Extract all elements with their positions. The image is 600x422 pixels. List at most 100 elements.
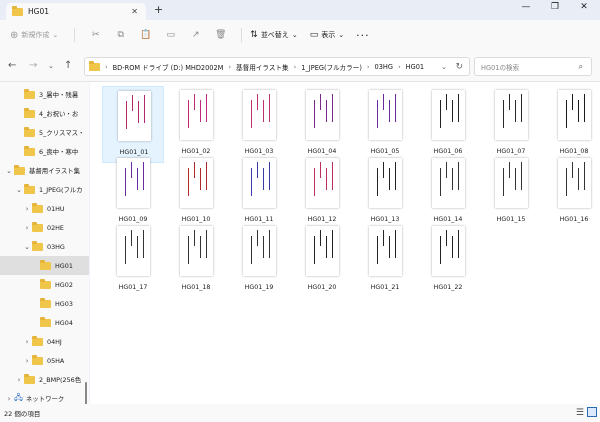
sidebar-item-15[interactable]: › 2_BMP(256色 (0, 370, 89, 389)
sidebar-item-8[interactable]: ⌄ 03HG (0, 237, 89, 256)
calligraphy-stroke (584, 94, 586, 122)
file-item[interactable]: HG01_20 (291, 222, 353, 299)
refresh-icon[interactable]: ↻ (455, 62, 463, 72)
minimize-button[interactable]: — (516, 2, 536, 12)
view-button[interactable]: ▭ 表示 ⌄ (310, 30, 344, 40)
chevron-icon[interactable]: ⌄ (14, 186, 24, 194)
sidebar-item-label: 5_クリスマス・ (39, 129, 85, 137)
chevron-icon[interactable]: › (22, 224, 32, 232)
calligraphy-stroke (200, 168, 202, 190)
paste-icon[interactable]: 📋 (139, 29, 152, 42)
up-icon[interactable]: ↑ (64, 60, 72, 71)
breadcrumb-item[interactable]: 03HG (375, 63, 393, 71)
file-item[interactable]: HG01_01 (102, 86, 164, 163)
image-thumbnail (306, 226, 339, 276)
sidebar-item-10[interactable]: HG02 (0, 275, 89, 294)
folder-icon (24, 373, 35, 384)
maximize-button[interactable]: ❐ (545, 2, 565, 12)
file-item[interactable]: HG01_06 (417, 86, 479, 163)
sidebar-item-16[interactable]: › 🖧 ネットワーク (0, 389, 89, 404)
rename-icon[interactable]: ▭ (164, 29, 177, 42)
add-icon: ⊕ (10, 29, 19, 41)
image-thumbnail (558, 158, 591, 208)
file-item[interactable]: HG01_13 (354, 154, 416, 231)
chevron-icon[interactable]: ⌄ (22, 243, 32, 251)
chevron-down-icon: ⌄ (52, 31, 59, 39)
file-item[interactable]: HG01_22 (417, 222, 479, 299)
details-view-icon[interactable]: ☰ (576, 408, 584, 418)
sidebar-item-11[interactable]: HG03 (0, 294, 89, 313)
address-bar[interactable]: › BD-ROM ドライブ (D:) MHD2002M › 基督用イラスト集 ›… (84, 57, 470, 76)
forward-icon[interactable]: → (29, 60, 37, 71)
breadcrumb-item[interactable]: 基督用イラスト集 (236, 62, 289, 72)
file-item[interactable]: HG01_16 (543, 154, 600, 231)
calligraphy-stroke (566, 100, 568, 128)
back-icon[interactable]: ← (8, 60, 16, 71)
sort-button[interactable]: ⇅ 並べ替え ⌄ (250, 30, 297, 40)
file-item[interactable]: HG01_17 (102, 222, 164, 299)
file-item[interactable]: HG01_11 (228, 154, 290, 231)
sidebar-item-1[interactable]: 4_お祝い・お (0, 104, 89, 123)
sidebar-item-3[interactable]: 6_喪中・寒中 (0, 142, 89, 161)
calligraphy-stroke (446, 230, 448, 246)
copy-icon[interactable]: ⧉ (114, 29, 127, 42)
image-thumbnail (117, 226, 150, 276)
file-item[interactable]: HG01_18 (165, 222, 227, 299)
file-name: HG01_18 (181, 284, 211, 291)
cut-icon[interactable]: ✂ (89, 29, 102, 42)
calligraphy-stroke (458, 94, 460, 122)
chevron-icon[interactable]: › (22, 338, 32, 346)
file-item[interactable]: HG01_19 (228, 222, 290, 299)
close-window-button[interactable]: ✕ (574, 2, 594, 12)
tab-hg01[interactable]: HG01 ✕ (6, 3, 146, 20)
recent-chevron-icon[interactable]: ⌄ (48, 62, 54, 70)
sidebar-item-14[interactable]: › 05HA (0, 351, 89, 370)
calligraphy-stroke (452, 236, 454, 258)
file-item[interactable]: HG01_15 (480, 154, 542, 231)
chevron-icon[interactable]: › (14, 376, 24, 384)
file-item[interactable]: HG01_04 (291, 86, 353, 163)
calligraphy-stroke (377, 100, 379, 128)
sidebar-item-label: HG03 (55, 299, 73, 308)
file-item[interactable]: HG01_08 (543, 86, 600, 163)
file-item[interactable]: HG01_21 (354, 222, 416, 299)
more-options-icon[interactable]: ··· (356, 29, 370, 42)
sidebar-item-2[interactable]: 5_クリスマス・ (0, 123, 89, 142)
sidebar-item-13[interactable]: › 04HJ (0, 332, 89, 351)
chevron-down-icon[interactable]: ⌄ (441, 63, 447, 71)
folder-icon (24, 183, 35, 194)
share-icon[interactable]: ↗ (189, 29, 202, 42)
file-item[interactable]: HG01_12 (291, 154, 353, 231)
file-item[interactable]: HG01_09 (102, 154, 164, 231)
breadcrumb-item[interactable]: HG01 (406, 63, 424, 71)
sidebar-item-4[interactable]: ⌄ 基督用イラスト集 (0, 161, 89, 180)
breadcrumb-item[interactable]: BD-ROM ドライブ (D:) MHD2002M (113, 62, 224, 72)
sidebar-item-9[interactable]: HG01 (0, 256, 89, 275)
file-item[interactable]: HG01_10 (165, 154, 227, 231)
tiles-view-icon[interactable] (587, 407, 597, 417)
file-item[interactable]: HG01_07 (480, 86, 542, 163)
new-tab-button[interactable]: + (154, 3, 163, 16)
sidebar-item-5[interactable]: ⌄ 1_JPEG(フルカ (0, 180, 89, 199)
chevron-icon[interactable]: ⌄ (4, 167, 14, 175)
chevron-icon[interactable]: › (4, 395, 14, 403)
scrollbar[interactable] (85, 382, 87, 404)
file-item[interactable]: HG01_02 (165, 86, 227, 163)
breadcrumb-item[interactable]: 1_JPEG(フルカラー) (301, 62, 362, 72)
search-box[interactable]: HG01の検索 ⌕ (474, 57, 592, 76)
file-item[interactable]: HG01_14 (417, 154, 479, 231)
calligraphy-stroke (389, 236, 391, 258)
sidebar-item-12[interactable]: HG04 (0, 313, 89, 332)
new-button[interactable]: ⊕ 新規作成 ⌄ (10, 30, 58, 41)
delete-icon[interactable]: 🗑 (214, 29, 227, 42)
file-item[interactable]: HG01_05 (354, 86, 416, 163)
chevron-icon[interactable]: › (22, 205, 32, 213)
file-item[interactable]: HG01_03 (228, 86, 290, 163)
sidebar-item-7[interactable]: › 02HE (0, 218, 89, 237)
chevron-icon[interactable]: › (22, 357, 32, 365)
sidebar-item-0[interactable]: 3_暑中・残暑 (0, 85, 89, 104)
calligraphy-stroke (389, 100, 391, 122)
close-tab-icon[interactable]: ✕ (131, 7, 138, 16)
sidebar-item-6[interactable]: › 01HU (0, 199, 89, 218)
folder-icon (32, 202, 43, 213)
